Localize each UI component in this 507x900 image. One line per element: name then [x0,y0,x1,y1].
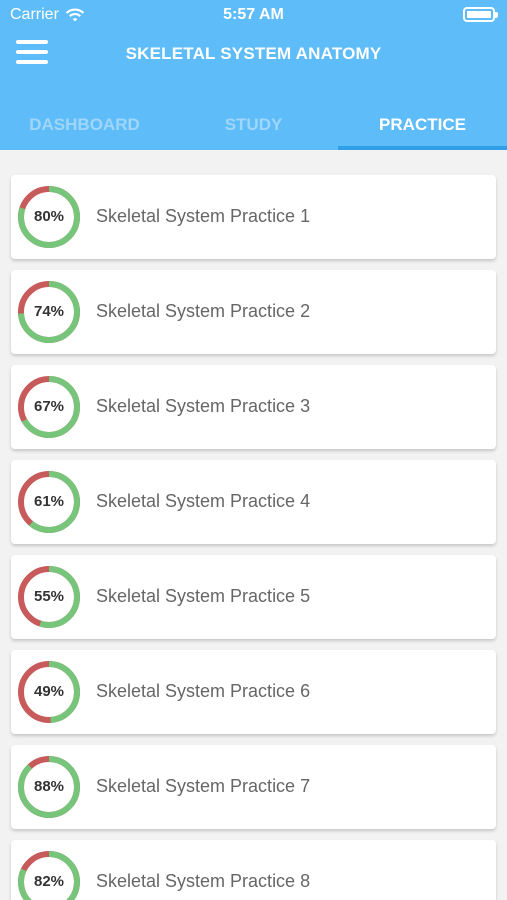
practice-card[interactable]: 74% Skeletal System Practice 2 [11,270,496,354]
practice-card[interactable]: 67% Skeletal System Practice 3 [11,365,496,449]
practice-title: Skeletal System Practice 1 [96,206,311,226]
score-percent: 88% [33,778,65,795]
practice-title: Skeletal System Practice 3 [96,396,311,416]
tab-study[interactable]: STUDY [169,104,338,150]
status-time: 5:57 AM [223,6,284,23]
practice-title: Skeletal System Practice 4 [96,491,311,511]
practice-card[interactable]: 55% Skeletal System Practice 5 [11,555,496,639]
practice-title: Skeletal System Practice 7 [96,776,311,796]
practice-title: Skeletal System Practice 6 [96,681,311,701]
practice-card[interactable]: 49% Skeletal System Practice 6 [11,650,496,734]
nav-bar: SKELETAL SYSTEM ANATOMY [0,30,507,80]
tab-dashboard[interactable]: DASHBOARD [0,104,169,150]
practice-card[interactable]: 61% Skeletal System Practice 4 [11,460,496,544]
score-percent: 49% [33,683,65,700]
tab-bar: DASHBOARD STUDY PRACTICE [0,104,507,150]
battery-icon [463,7,498,22]
practice-title: Skeletal System Practice 5 [96,586,311,606]
practice-card[interactable]: 88% Skeletal System Practice 7 [11,745,496,829]
practice-card[interactable]: 82% Skeletal System Practice 8 [11,840,496,900]
page-title: SKELETAL SYSTEM ANATOMY [125,44,382,63]
practice-title: Skeletal System Practice 2 [96,301,311,321]
score-percent: 80% [33,208,65,225]
score-percent: 55% [33,588,65,605]
app-header: Carrier 5:57 AM SKELETAL SYSTEM ANATOMY … [0,0,507,150]
score-percent: 67% [33,398,65,415]
practice-card[interactable]: 80% Skeletal System Practice 1 [11,175,496,259]
status-bar: Carrier 5:57 AM [0,0,507,30]
practice-title: Skeletal System Practice 8 [96,871,311,891]
tab-practice[interactable]: PRACTICE [338,104,507,150]
score-percent: 74% [33,303,65,320]
score-percent: 82% [33,873,65,890]
score-percent: 61% [33,493,65,510]
